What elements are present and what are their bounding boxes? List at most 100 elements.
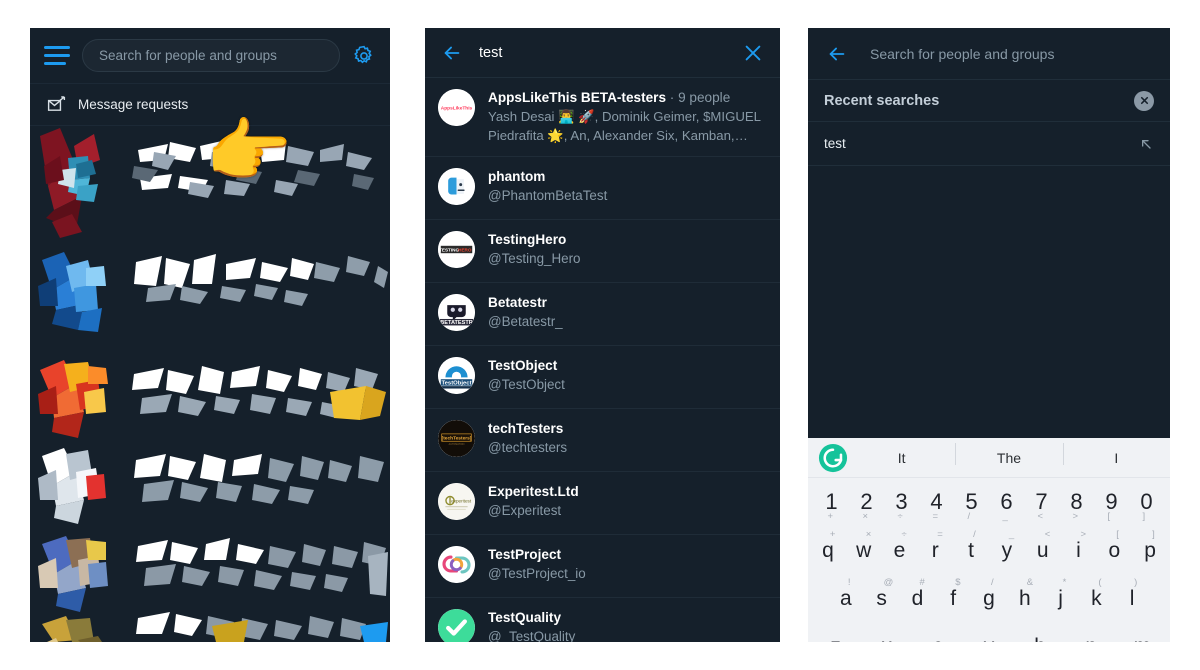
key-c[interactable]: c xyxy=(912,622,963,643)
gear-icon[interactable] xyxy=(352,44,376,68)
key-o[interactable]: [o xyxy=(1096,526,1132,574)
experitest-logo: experitest xyxy=(438,483,475,521)
keyboard-suggestion-bar: It The I xyxy=(808,438,1170,478)
key-symbol-hint: & xyxy=(1026,577,1034,588)
back-arrow-icon[interactable] xyxy=(441,42,463,64)
key-symbol-hint: ] xyxy=(1142,511,1146,522)
back-arrow-icon[interactable] xyxy=(826,43,848,65)
close-x-icon[interactable] xyxy=(742,42,764,64)
key-label: z xyxy=(830,636,841,643)
key-i[interactable]: > i xyxy=(1061,526,1097,574)
key-1[interactable]: +1 xyxy=(814,478,849,526)
key-v[interactable]: v xyxy=(963,622,1014,643)
search-query-text[interactable]: test xyxy=(479,45,726,61)
on-screen-keyboard: It The I +1 × 2 ÷ 3 = 4/5 _ 6 <7 >8[9] 0 + q × w ÷ e = r / t _ y <… xyxy=(808,438,1170,642)
result-members-list: Yash Desai 👨‍💻 🚀, Dominik Geimer, $MIGUE… xyxy=(488,109,761,144)
result-text-block: TestProject @TestProject_io xyxy=(488,546,766,583)
key-symbol-hint: ÷ xyxy=(897,511,903,522)
key-label: g xyxy=(983,586,995,610)
search-result-row[interactable]: TestQuality @_TestQuality xyxy=(425,598,780,642)
key-g[interactable]: / g xyxy=(971,574,1007,622)
result-handle: @TestObject xyxy=(488,376,565,392)
key-4[interactable]: = 4 xyxy=(919,478,954,526)
key-a[interactable]: ! a xyxy=(828,574,864,622)
key-m[interactable]: m xyxy=(1117,622,1168,643)
result-text-block: TestingHero @Testing_Hero xyxy=(488,231,766,268)
key-symbol-hint: + xyxy=(829,529,836,540)
search-result-row[interactable]: [techTesters] AUTOMATION techTesters @techt… xyxy=(425,409,780,473)
recent-searches-title: Recent searches xyxy=(824,92,940,109)
key-f[interactable]: $ f xyxy=(935,574,971,622)
key-z[interactable]: z xyxy=(810,622,861,643)
key-9[interactable]: [9 xyxy=(1094,478,1129,526)
keyboard-suggestion[interactable]: I xyxy=(1062,442,1170,466)
key-0[interactable]: ] 0 xyxy=(1129,478,1164,526)
techtesters-logo: [techTesters] AUTOMATION xyxy=(438,420,475,458)
svg-text:AppsLikeThis: AppsLikeThis xyxy=(441,105,473,111)
key-symbol-hint: × xyxy=(865,529,872,540)
keyboard-suggestion[interactable]: It xyxy=(848,450,955,466)
search-input[interactable]: Search for people and groups xyxy=(82,39,340,72)
insert-arrow-icon[interactable] xyxy=(1138,136,1154,152)
keyboard-suggestion[interactable]: The xyxy=(955,442,1062,466)
key-symbol-hint: $ xyxy=(955,577,961,588)
key-7[interactable]: <7 xyxy=(1024,478,1059,526)
key-u[interactable]: < u xyxy=(1025,526,1061,574)
key-h[interactable]: & h xyxy=(1007,574,1043,622)
result-name: Betatestr xyxy=(488,295,547,311)
key-r[interactable]: = r xyxy=(917,526,953,574)
key-l[interactable]: ) l xyxy=(1114,574,1150,622)
key-w[interactable]: × w xyxy=(846,526,882,574)
search-result-row[interactable]: TestObject TestObject @TestObject xyxy=(425,346,780,410)
key-8[interactable]: >8 xyxy=(1059,478,1094,526)
key-symbol-hint: # xyxy=(919,577,925,588)
result-name: TestProject xyxy=(488,547,562,563)
key-symbol-hint: [ xyxy=(1107,511,1111,522)
key-symbol-hint: / xyxy=(973,529,976,540)
key-s[interactable]: @ s xyxy=(864,574,900,622)
key-symbol-hint: ] xyxy=(1152,529,1155,540)
key-2[interactable]: × 2 xyxy=(849,478,884,526)
key-j[interactable]: * j xyxy=(1043,574,1079,622)
key-p[interactable]: ] p xyxy=(1132,526,1168,574)
key-d[interactable]: # d xyxy=(900,574,936,622)
key-b[interactable]: b xyxy=(1015,622,1066,643)
key-n[interactable]: n xyxy=(1066,622,1117,643)
key-t[interactable]: / t xyxy=(953,526,989,574)
search-result-row[interactable]: AppsLikeThis AppsLikeThis BETA-testers · … xyxy=(425,78,780,158)
result-name: AppsLikeThis BETA-testers · 9 people xyxy=(488,90,731,105)
key-label: 0 xyxy=(1140,489,1153,514)
key-6[interactable]: _ 6 xyxy=(989,478,1024,526)
result-text-block: Experitest.Ltd @Experitest xyxy=(488,483,766,520)
search-result-row[interactable]: BETATESTR Betatestr @Betatestr_ xyxy=(425,283,780,347)
key-q[interactable]: + q xyxy=(810,526,846,574)
clear-all-x-icon[interactable] xyxy=(1134,90,1154,111)
search-result-row[interactable]: phantom @PhantomBetaTest xyxy=(425,157,780,221)
panel-search-results: test AppsLikeThis AppsLikeThis BETA-teste… xyxy=(425,28,780,642)
key-symbol-hint: > xyxy=(1080,529,1087,540)
key-k[interactable]: (k xyxy=(1078,574,1114,622)
shatter-fragments xyxy=(38,128,388,642)
key-label: 7 xyxy=(1035,489,1048,514)
grammarly-icon[interactable] xyxy=(818,443,848,473)
key-y[interactable]: _ y xyxy=(989,526,1025,574)
key-label: m xyxy=(1134,636,1152,643)
key-label: d xyxy=(911,586,924,610)
search-result-row[interactable]: TestProject @TestProject_io xyxy=(425,535,780,599)
key-e[interactable]: ÷ e xyxy=(882,526,918,574)
key-5[interactable]: /5 xyxy=(954,478,989,526)
key-label: a xyxy=(840,586,852,610)
left-top-bar: Search for people and groups xyxy=(30,28,390,84)
envelope-arrow-icon xyxy=(47,96,66,111)
search-result-row[interactable]: TESTING HERO TestingHero @Testing_Hero xyxy=(425,220,780,284)
search-input[interactable]: Search for people and groups xyxy=(870,46,1054,62)
key-x[interactable]: x xyxy=(861,622,912,643)
keyboard-row: +1 × 2 ÷ 3 = 4/5 _ 6 <7 >8[9] 0 xyxy=(808,478,1170,526)
recent-search-item[interactable]: test xyxy=(808,122,1170,166)
key-symbol-hint: / xyxy=(967,511,971,522)
key-label: 3 xyxy=(895,489,908,514)
key-3[interactable]: ÷ 3 xyxy=(884,478,919,526)
key-label: 2 xyxy=(860,489,873,514)
search-result-row[interactable]: experitest Experitest.Ltd @Experitest xyxy=(425,472,780,536)
hamburger-menu-icon[interactable] xyxy=(44,46,70,65)
